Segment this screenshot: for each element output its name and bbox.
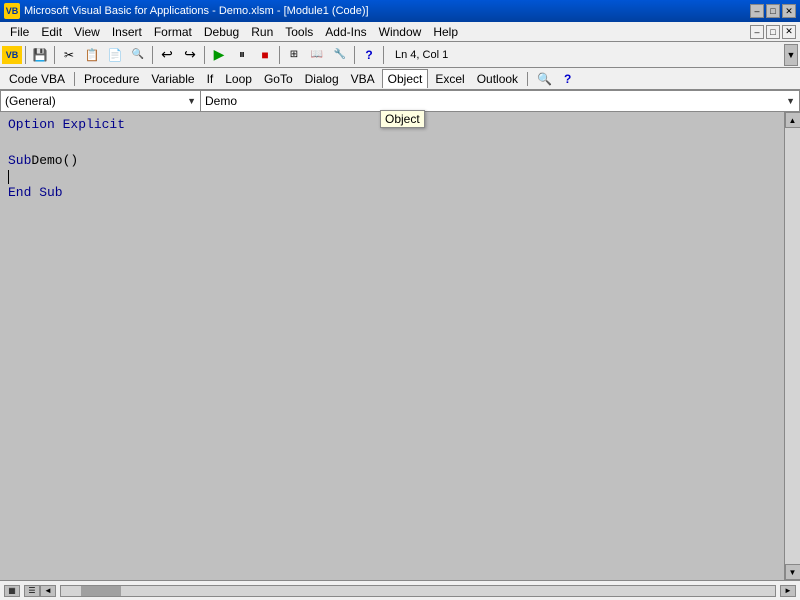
tb2-excel[interactable]: Excel (430, 70, 469, 88)
horizontal-scroll-thumb (81, 586, 121, 596)
menu-addins[interactable]: Add-Ins (319, 23, 372, 41)
menu-format[interactable]: Format (148, 23, 198, 41)
right-scrollbar[interactable]: ▲ ▼ (784, 112, 800, 580)
inner-minimize-button[interactable]: – (750, 25, 764, 39)
tooltip: Object (380, 110, 425, 128)
keyword-option: Option Explicit (8, 116, 125, 134)
bottom-bar: ▦ ☰ ◄ ► (0, 580, 800, 600)
bottom-left: ▦ ☰ (4, 585, 40, 597)
tb-separator-6 (354, 46, 355, 64)
toolbar1-arrow[interactable]: ▼ (784, 44, 798, 66)
tb-pause-icon[interactable]: ⏸ (231, 44, 253, 66)
tb-separator-3 (152, 46, 153, 64)
app-icon: VB (4, 3, 20, 19)
menu-view[interactable]: View (68, 23, 106, 41)
tb2-code-vba[interactable]: Code VBA (4, 70, 70, 88)
tb2-outlook[interactable]: Outlook (472, 70, 523, 88)
toolbar1: VB 💾 ✂ 📋 📄 🔍 ↩ ↪ ▶ ⏸ ■ ⊞ 📖 🔧 ? Ln 4, Col… (0, 42, 800, 68)
menu-debug[interactable]: Debug (198, 23, 245, 41)
tb2-sep-2 (527, 72, 528, 86)
code-content: Option Explicit Sub Demo() End Sub (0, 112, 800, 558)
tb-vba-icon[interactable]: VB (2, 46, 22, 64)
code-line-5: End Sub (8, 184, 792, 202)
editor-area: Option Explicit Sub Demo() End Sub ▲ ▼ (0, 112, 800, 580)
toolbar2: Code VBA Procedure Variable If Loop GoTo… (0, 68, 800, 90)
tb-separator-1 (25, 46, 26, 64)
menu-run[interactable]: Run (245, 23, 279, 41)
menu-file[interactable]: File (4, 23, 35, 41)
main-content: Option Explicit Sub Demo() End Sub ▲ ▼ (0, 112, 800, 600)
scroll-down-button[interactable]: ▼ (785, 564, 800, 580)
tb2-dialog[interactable]: Dialog (300, 70, 344, 88)
sub-name: Demo() (31, 152, 78, 170)
tb2-goto[interactable]: GoTo (259, 70, 298, 88)
menu-tools[interactable]: Tools (279, 23, 319, 41)
maximize-button[interactable]: □ (766, 4, 780, 18)
inner-close-button[interactable]: ✕ (782, 25, 796, 39)
menu-window[interactable]: Window (373, 23, 428, 41)
tb2-help[interactable]: ? (559, 70, 576, 88)
menu-bar: File Edit View Insert Format Debug Run T… (0, 22, 800, 42)
menu-help[interactable]: Help (427, 23, 464, 41)
tb-copy-icon[interactable]: 📋 (81, 44, 103, 66)
title-controls[interactable]: – □ ✕ (750, 4, 796, 18)
scroll-right-button[interactable]: ► (780, 585, 796, 597)
general-dropdown-arrow: ▼ (187, 96, 196, 106)
tb-redo-icon[interactable]: ↪ (179, 44, 201, 66)
tb2-variable[interactable]: Variable (146, 70, 199, 88)
code-line-2 (8, 134, 792, 152)
tb-userform-icon[interactable]: ⊞ (283, 44, 305, 66)
tb2-sep-1 (74, 72, 75, 86)
tb-save-icon[interactable]: 💾 (29, 44, 51, 66)
tb2-loop[interactable]: Loop (220, 70, 257, 88)
tb-undo-icon[interactable]: ↩ (156, 44, 178, 66)
horizontal-scrollbar[interactable] (60, 585, 776, 597)
close-button[interactable]: ✕ (782, 4, 796, 18)
scroll-track[interactable] (785, 128, 800, 564)
tb-separator-7 (383, 46, 384, 64)
keyword-endsub: End Sub (8, 184, 63, 202)
tb2-procedure[interactable]: Procedure (79, 70, 144, 88)
tooltip-text: Object (385, 112, 420, 126)
tb-stop-icon[interactable]: ■ (254, 44, 276, 66)
title-left: VB Microsoft Visual Basic for Applicatio… (4, 3, 369, 19)
view-toggle-1[interactable]: ▦ (4, 585, 20, 597)
tb-cut-icon[interactable]: ✂ (58, 44, 80, 66)
general-dropdown[interactable]: (General) ▼ (0, 90, 200, 112)
text-cursor (8, 170, 9, 184)
code-line-3: Sub Demo() (8, 152, 792, 170)
menu-insert[interactable]: Insert (106, 23, 148, 41)
tb-ref-icon[interactable]: 📖 (306, 44, 328, 66)
demo-dropdown-label: Demo (205, 94, 237, 108)
tb2-vba[interactable]: VBA (346, 70, 380, 88)
tb-help-icon[interactable]: ? (358, 44, 380, 66)
tb-separator-2 (54, 46, 55, 64)
tb2-object[interactable]: Object (382, 69, 429, 88)
inner-restore-button[interactable]: □ (766, 25, 780, 39)
view-toggle-2[interactable]: ☰ (24, 585, 40, 597)
window-title: Microsoft Visual Basic for Applications … (24, 5, 369, 17)
tb-components-icon[interactable]: 🔧 (329, 44, 351, 66)
tb-separator-5 (279, 46, 280, 64)
tb2-search[interactable]: 🔍 (532, 70, 557, 88)
code-editor[interactable]: Option Explicit Sub Demo() End Sub (0, 112, 800, 580)
position-info: Ln 4, Col 1 (387, 49, 456, 61)
general-dropdown-label: (General) (5, 94, 56, 108)
tb-paste-icon[interactable]: 📄 (104, 44, 126, 66)
demo-dropdown-arrow: ▼ (786, 96, 795, 106)
title-bar: VB Microsoft Visual Basic for Applicatio… (0, 0, 800, 22)
tb-run-icon[interactable]: ▶ (208, 44, 230, 66)
tb-find-icon[interactable]: 🔍 (127, 44, 149, 66)
keyword-sub: Sub (8, 152, 31, 170)
tb2-if[interactable]: If (202, 70, 219, 88)
menu-edit[interactable]: Edit (35, 23, 68, 41)
tb-separator-4 (204, 46, 205, 64)
code-line-4 (8, 170, 792, 184)
app-icon-label: VB (6, 6, 19, 16)
scroll-up-button[interactable]: ▲ (785, 112, 800, 128)
code-header: (General) ▼ Object Demo ▼ (0, 90, 800, 112)
demo-dropdown[interactable]: Demo ▼ (200, 90, 800, 112)
minimize-button[interactable]: – (750, 4, 764, 18)
scroll-left-button[interactable]: ◄ (40, 585, 56, 597)
